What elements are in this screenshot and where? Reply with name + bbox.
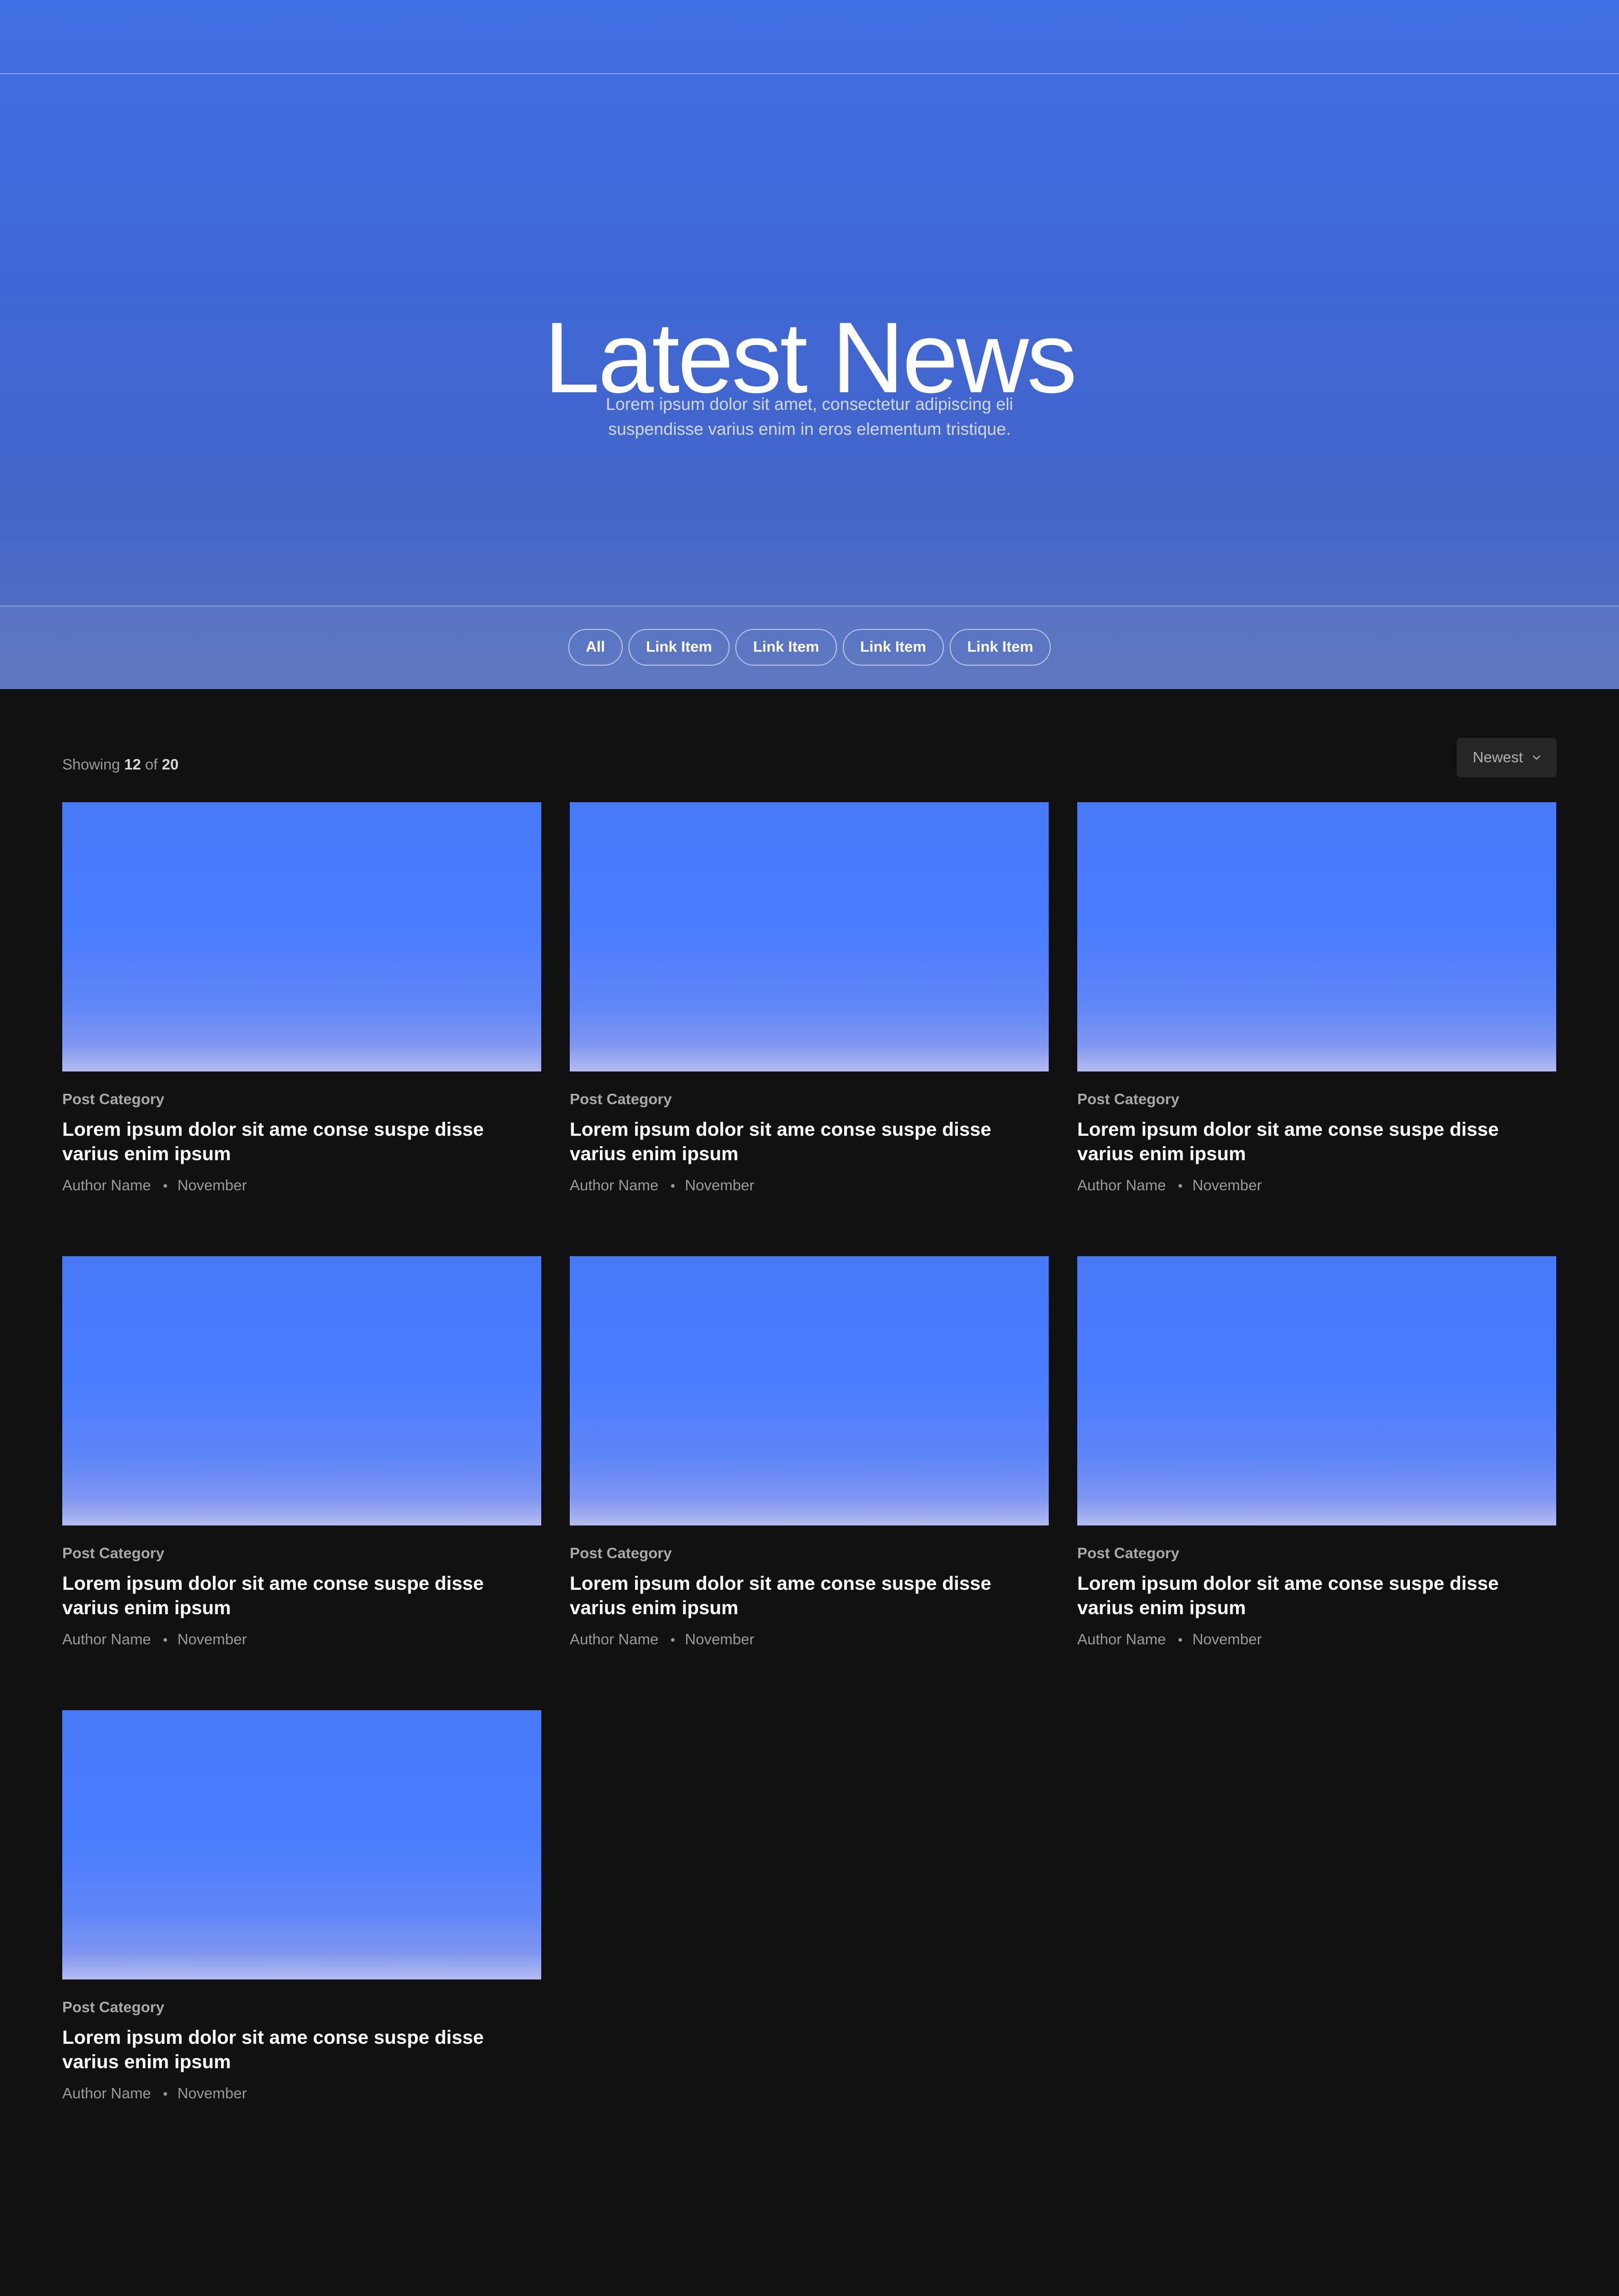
hero-top-divider — [0, 73, 1619, 74]
sort-label: Newest — [1473, 749, 1523, 766]
post-date: November — [1192, 1631, 1262, 1648]
post-date: November — [684, 1631, 754, 1648]
post-category: Post Category — [62, 1545, 164, 1562]
post-card[interactable]: Post Category Lorem ipsum dolor sit ame … — [1077, 802, 1556, 1256]
separator-dot — [670, 1184, 675, 1188]
separator-dot — [1178, 1638, 1182, 1642]
post-category: Post Category — [62, 1999, 164, 2016]
post-thumbnail[interactable] — [570, 1256, 1049, 1525]
results-shown-count: 12 — [124, 757, 141, 773]
post-thumbnail[interactable] — [1077, 1256, 1556, 1525]
post-title[interactable]: Lorem ipsum dolor sit ame conse suspe di… — [62, 1117, 529, 1166]
results-count: Showing 12 of 20 — [62, 757, 179, 774]
filter-pill-link-item[interactable]: Link Item — [949, 629, 1051, 666]
results-count-prefix: Showing — [62, 757, 120, 773]
post-date: November — [177, 1631, 247, 1648]
post-meta: Author Name November — [62, 2084, 541, 2103]
post-author: Author Name — [1077, 1177, 1166, 1194]
results-of-word: of — [145, 757, 158, 773]
chevron-down-icon — [1532, 755, 1541, 760]
post-author: Author Name — [62, 2085, 151, 2102]
post-author: Author Name — [570, 1631, 658, 1648]
sort-dropdown[interactable]: Newest — [1457, 738, 1557, 777]
post-category: Post Category — [1077, 1545, 1179, 1562]
post-meta: Author Name November — [570, 1630, 1049, 1649]
post-card[interactable]: Post Category Lorem ipsum dolor sit ame … — [1077, 1256, 1556, 1710]
post-author: Author Name — [62, 1177, 151, 1194]
news-listing: Showing 12 of 20 Newest Post Category Lo… — [0, 689, 1619, 2296]
post-category: Post Category — [62, 1091, 164, 1108]
post-meta: Author Name November — [1077, 1630, 1556, 1649]
separator-dot — [163, 1638, 167, 1642]
separator-dot — [163, 2092, 167, 2096]
post-category: Post Category — [570, 1545, 672, 1562]
filter-pill-all[interactable]: All — [568, 629, 623, 666]
filter-pill-link-item[interactable]: Link Item — [628, 629, 730, 666]
filter-pill-link-item[interactable]: Link Item — [842, 629, 944, 666]
post-author: Author Name — [62, 1631, 151, 1648]
separator-dot — [1178, 1184, 1182, 1188]
filter-pill-link-item[interactable]: Link Item — [735, 629, 837, 666]
post-author: Author Name — [570, 1177, 658, 1194]
post-card[interactable]: Post Category Lorem ipsum dolor sit ame … — [62, 802, 541, 1256]
post-category: Post Category — [570, 1091, 672, 1108]
post-title[interactable]: Lorem ipsum dolor sit ame conse suspe di… — [62, 2025, 529, 2074]
post-card[interactable]: Post Category Lorem ipsum dolor sit ame … — [570, 802, 1049, 1256]
post-thumbnail[interactable] — [62, 1256, 541, 1525]
post-grid: Post Category Lorem ipsum dolor sit ame … — [62, 802, 1557, 2164]
post-meta: Author Name November — [1077, 1176, 1556, 1195]
post-meta: Author Name November — [570, 1176, 1049, 1195]
results-total-count: 20 — [161, 757, 179, 773]
post-author: Author Name — [1077, 1631, 1166, 1648]
post-card[interactable]: Post Category Lorem ipsum dolor sit ame … — [62, 1710, 541, 2164]
post-title[interactable]: Lorem ipsum dolor sit ame conse suspe di… — [62, 1571, 529, 1620]
post-date: November — [684, 1177, 754, 1194]
post-meta: Author Name November — [62, 1176, 541, 1195]
hero-section: Latest News Lorem ipsum dolor sit amet, … — [0, 0, 1619, 689]
post-category: Post Category — [1077, 1091, 1179, 1108]
post-thumbnail[interactable] — [62, 802, 541, 1071]
post-date: November — [177, 2085, 247, 2102]
post-date: November — [177, 1177, 247, 1194]
post-card[interactable]: Post Category Lorem ipsum dolor sit ame … — [62, 1256, 541, 1710]
post-meta: Author Name November — [62, 1630, 541, 1649]
post-thumbnail[interactable] — [62, 1710, 541, 1979]
post-title[interactable]: Lorem ipsum dolor sit ame conse suspe di… — [570, 1117, 1037, 1166]
separator-dot — [670, 1638, 675, 1642]
post-title[interactable]: Lorem ipsum dolor sit ame conse suspe di… — [1077, 1571, 1544, 1620]
post-date: November — [1192, 1177, 1262, 1194]
post-thumbnail[interactable] — [570, 802, 1049, 1071]
separator-dot — [163, 1184, 167, 1188]
post-thumbnail[interactable] — [1077, 802, 1556, 1071]
category-filter-bar: All Link Item Link Item Link Item Link I… — [0, 629, 1619, 666]
post-title[interactable]: Lorem ipsum dolor sit ame conse suspe di… — [1077, 1117, 1544, 1166]
post-card[interactable]: Post Category Lorem ipsum dolor sit ame … — [570, 1256, 1049, 1710]
page-subtitle: Lorem ipsum dolor sit amet, consectetur … — [606, 394, 1013, 438]
post-title[interactable]: Lorem ipsum dolor sit ame conse suspe di… — [570, 1571, 1037, 1620]
